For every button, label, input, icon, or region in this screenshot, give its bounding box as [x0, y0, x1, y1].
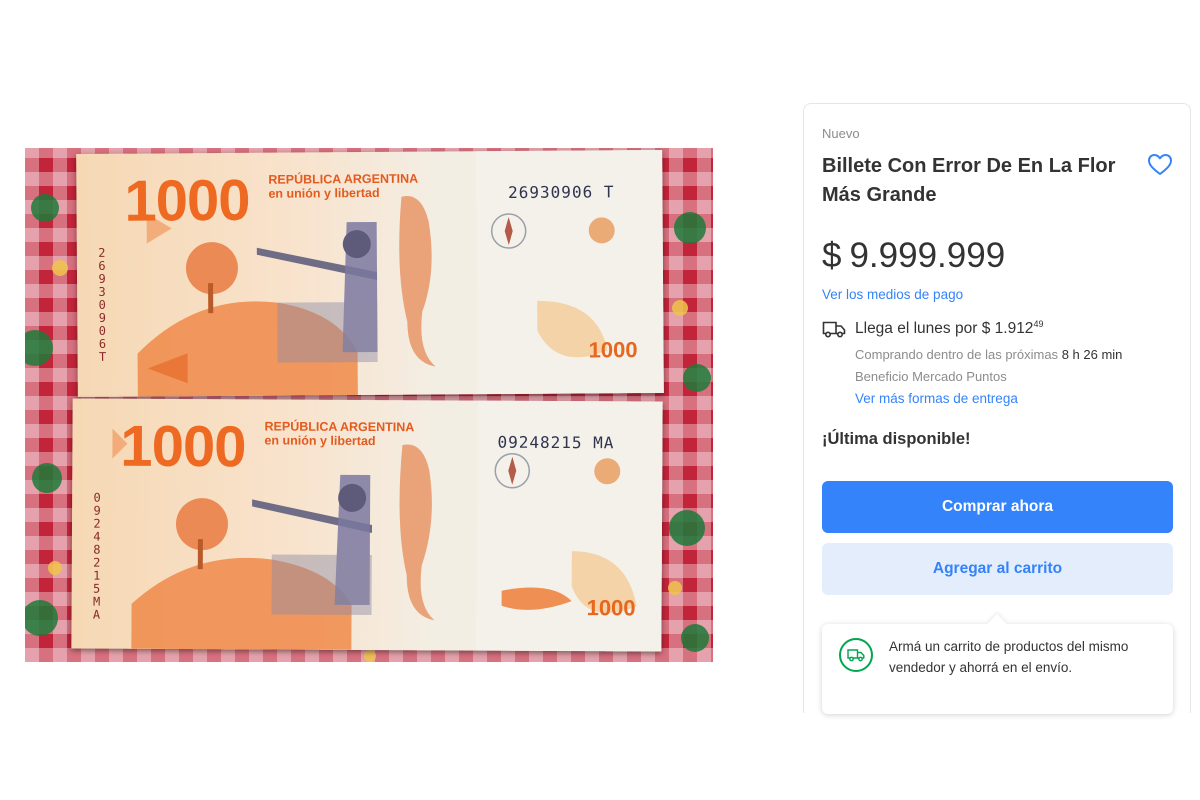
banknote-serial: 09248215 MA — [497, 432, 615, 453]
payment-methods-link[interactable]: Ver los medios de pago — [822, 287, 963, 302]
shipping-cost-cents: 49 — [1033, 319, 1044, 329]
buy-within-notice: Comprando dentro de las próximas 8 h 26 … — [855, 347, 1122, 362]
buy-now-button[interactable]: Comprar ahora — [822, 481, 1173, 533]
truck-icon — [822, 321, 846, 338]
truck-icon — [839, 638, 873, 672]
cart-tip-tooltip: Armá un carrito de productos del mismo v… — [822, 614, 1173, 714]
arrival-label: Llega el lunes — [855, 320, 951, 337]
banknote-heading-line1: REPÚBLICA ARGENTINA — [264, 419, 415, 435]
banknote-denomination-small: 1000 — [586, 595, 636, 621]
banknote-denomination: 1000 — [120, 413, 246, 480]
banknote-bottom: 1000 REPÚBLICA ARGENTINA en unión y libe… — [71, 398, 663, 652]
banknote-denomination: 1000 — [124, 167, 250, 234]
price-amount: 9.999.999 — [849, 236, 1006, 275]
shipping-cost: $ 1.91249 — [981, 319, 1044, 337]
points-benefit: Beneficio Mercado Puntos — [855, 369, 1007, 384]
banknote-top: 1000 REPÚBLICA ARGENTINA en unión y libe… — [76, 149, 664, 398]
price-currency: $ — [822, 236, 842, 275]
banknote-serial: 26930906 T — [508, 182, 615, 203]
banknote-heading: REPÚBLICA ARGENTINA en unión y libertad — [264, 419, 414, 448]
tooltip-arrow — [987, 614, 1007, 634]
shipping-cost-currency: $ — [981, 320, 991, 337]
banknote-heading-line2: en unión y libertad — [264, 433, 376, 449]
shipping-arrival: Llega el lunes por $ 1.91249 — [855, 319, 1044, 338]
banknote-heading-line1: REPÚBLICA ARGENTINA — [268, 171, 419, 187]
banknote-serial-vertical: 26930906T — [94, 245, 110, 363]
arrival-connector: por — [954, 320, 978, 337]
buy-within-label: Comprando dentro de las próximas — [855, 347, 1059, 362]
banknote-denomination-small: 1000 — [588, 337, 638, 363]
buy-within-time: 8 h 26 min — [1061, 347, 1123, 362]
product-photo[interactable]: 1000 REPÚBLICA ARGENTINA en unión y libe… — [25, 148, 713, 662]
heart-outline-icon[interactable] — [1146, 151, 1174, 177]
cart-tip-text: Armá un carrito de productos del mismo v… — [889, 639, 1129, 675]
banknote-heading-line2: en unión y libertad — [268, 185, 380, 201]
shipping-cost-main: 1.912 — [994, 320, 1034, 337]
product-title: Billete Con Error De En La Flor Más Gran… — [822, 155, 1116, 206]
stock-status: ¡Última disponible! — [822, 430, 971, 448]
banknote-heading: REPÚBLICA ARGENTINA en unión y libertad — [268, 172, 418, 201]
buy-box: Nuevo Billete Con Error De En La Flor Má… — [803, 103, 1191, 714]
product-price: $9.999.999 — [822, 236, 1005, 276]
add-to-cart-button[interactable]: Agregar al carrito — [822, 543, 1173, 595]
more-delivery-options-link[interactable]: Ver más formas de entrega — [855, 391, 1018, 406]
banknote-serial-vertical: 09248215MA — [89, 490, 105, 621]
item-condition: Nuevo — [822, 126, 860, 141]
